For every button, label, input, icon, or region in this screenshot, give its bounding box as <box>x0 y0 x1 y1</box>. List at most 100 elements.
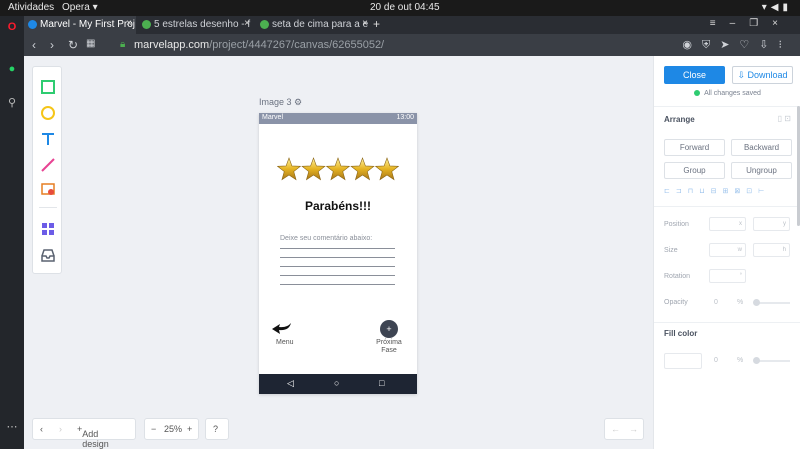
nav-recents-icon[interactable]: □ <box>379 378 384 388</box>
backward-button[interactable]: Backward <box>731 139 792 156</box>
transform-section: Position x y Size w h Rotation ° Opacity… <box>654 206 800 322</box>
close-icon[interactable]: × <box>244 18 250 29</box>
text-tool-icon[interactable] <box>40 131 56 147</box>
zoom-in-icon[interactable]: + <box>187 424 192 434</box>
search-icon[interactable]: ⚲ <box>5 96 19 110</box>
design-canvas[interactable]: Image 3 ⚙ Marvel 13:00 Parabéns!!! Deixe… <box>24 56 653 449</box>
fill-opacity-unit: % <box>737 357 744 364</box>
speed-dial-icon[interactable]: ▦ <box>86 38 95 49</box>
opacity-value[interactable]: 0 <box>714 299 718 306</box>
toolbar-icons[interactable]: ◉⛨➤♡⇩⁝ <box>682 38 792 52</box>
system-tray-icons[interactable]: ▾◀▮ <box>762 2 792 13</box>
whatsapp-icon[interactable]: ● <box>5 62 19 76</box>
window-controls[interactable]: ≡–❐× <box>710 18 792 29</box>
tool-palette <box>32 66 62 274</box>
os-top-bar: Atividades Opera ▾ 20 de out 04:45 ▾◀▮ <box>0 0 800 16</box>
back-icon[interactable]: ‹ <box>32 38 36 52</box>
reload-icon[interactable]: ↻ <box>68 38 78 52</box>
status-app-name: Marvel <box>262 114 284 121</box>
lock-icon[interactable]: ▯ ⊡ <box>778 114 791 123</box>
align-icons[interactable]: ⊏⊐⊓⊔⊟⊞⊠⊡⊢ <box>664 187 770 195</box>
comment-line <box>280 275 395 276</box>
opacity-slider-handle[interactable] <box>753 299 760 306</box>
components-icon[interactable] <box>40 221 56 237</box>
comment-line <box>280 284 395 285</box>
clock[interactable]: 20 de out 04:45 <box>370 2 440 13</box>
star-icon <box>374 157 399 181</box>
inbox-icon[interactable] <box>40 247 56 263</box>
zoom-out-icon[interactable]: − <box>151 424 156 434</box>
next-screen-icon[interactable]: › <box>59 424 62 434</box>
ungroup-button[interactable]: Ungroup <box>731 162 792 179</box>
nav-home-icon[interactable]: ○ <box>334 378 339 388</box>
google-favicon-icon <box>260 20 269 29</box>
android-nav-bar: ◁ ○ □ <box>259 374 417 394</box>
properties-panel: Close ⇩ Download All changes saved Arran… <box>653 56 800 449</box>
five-star-rating <box>277 157 399 181</box>
image-label-text: Image 3 <box>259 97 292 107</box>
download-icon: ⇩ <box>737 70 745 80</box>
star-icon <box>325 157 351 181</box>
activities-button[interactable]: Atividades <box>8 2 54 13</box>
comment-prompt: Deixe seu comentário abaixo: <box>280 235 373 242</box>
url-path: /project/4447267/canvas/62655052/ <box>209 39 385 51</box>
more-icon[interactable]: ⋯ <box>5 420 19 434</box>
prev-screen-icon[interactable]: ‹ <box>40 424 43 434</box>
fill-color-swatch[interactable] <box>664 353 702 369</box>
add-design-button[interactable]: + Add design <box>77 424 109 449</box>
line-tool-icon[interactable] <box>40 157 56 173</box>
gear-icon[interactable]: ⚙ <box>294 97 302 107</box>
redo-icon[interactable]: → <box>629 424 638 434</box>
rotation-field[interactable]: ° <box>709 269 746 283</box>
save-status: All changes saved <box>654 90 800 97</box>
tab-label: seta de cima para a e <box>272 19 369 30</box>
position-y-field[interactable]: y <box>753 217 790 231</box>
download-button[interactable]: ⇩ Download <box>732 66 793 84</box>
forward-icon[interactable]: › <box>50 38 54 52</box>
image-tool-icon[interactable] <box>40 181 56 197</box>
back-arrow-icon[interactable] <box>271 322 293 336</box>
new-tab-button[interactable]: + <box>373 17 380 31</box>
rectangle-tool-icon[interactable] <box>40 79 56 95</box>
circle-tool-icon[interactable] <box>40 105 56 121</box>
size-label: Size <box>664 247 678 254</box>
star-icon <box>301 157 326 181</box>
help-button[interactable]: ? <box>205 418 229 440</box>
nav-back-icon[interactable]: ◁ <box>287 378 294 389</box>
position-label: Position <box>664 221 689 228</box>
opera-menu[interactable]: Opera ▾ <box>62 2 98 13</box>
tab-arrow[interactable]: seta de cima para a e × <box>256 16 372 34</box>
fill-opacity-value[interactable]: 0 <box>714 357 718 364</box>
save-status-text: All changes saved <box>704 90 761 97</box>
size-height-field[interactable]: h <box>753 243 790 257</box>
congrats-title: Parabéns!!! <box>304 199 372 213</box>
next-phase-button[interactable]: + <box>380 320 398 338</box>
forward-button[interactable]: Forward <box>664 139 725 156</box>
zoom-level[interactable]: 25% <box>164 424 182 434</box>
close-icon[interactable]: × <box>126 18 132 29</box>
fill-section: Fill color 0 % <box>654 322 800 382</box>
url-field[interactable]: marvelapp.com/project/4447267/canvas/626… <box>134 39 384 51</box>
position-x-field[interactable]: x <box>709 217 746 231</box>
status-time: 13:00 <box>396 114 414 121</box>
menu-label: Menu <box>276 339 294 346</box>
close-button[interactable]: Close <box>664 66 725 84</box>
phone-screen[interactable]: Marvel 13:00 Parabéns!!! Deixe seu comen… <box>259 113 417 394</box>
address-bar: ‹ › ↻ ▦ 🔒︎ marvelapp.com/project/4447267… <box>24 34 800 56</box>
fill-opacity-slider-handle[interactable] <box>753 357 760 364</box>
tab-stars[interactable]: 5 estrelas desenho - f × <box>138 16 254 34</box>
google-favicon-icon <box>142 20 151 29</box>
image-label[interactable]: Image 3 ⚙ <box>259 97 302 108</box>
undo-icon[interactable]: ← <box>611 424 620 434</box>
size-width-field[interactable]: w <box>709 243 746 257</box>
comment-line <box>280 248 395 249</box>
browser-sidebar: O ● ⚲ ⋯ <box>0 16 24 449</box>
rotation-label: Rotation <box>664 273 691 280</box>
opera-logo-icon[interactable]: O <box>5 20 19 34</box>
group-button[interactable]: Group <box>664 162 725 179</box>
close-icon[interactable]: × <box>362 18 368 29</box>
saved-dot-icon <box>694 90 701 97</box>
lock-icon[interactable]: 🔒︎ <box>120 39 125 50</box>
tab-marvel[interactable]: Marvel - My First Proj × <box>24 16 136 34</box>
phone-status-bar: Marvel 13:00 <box>259 113 417 124</box>
